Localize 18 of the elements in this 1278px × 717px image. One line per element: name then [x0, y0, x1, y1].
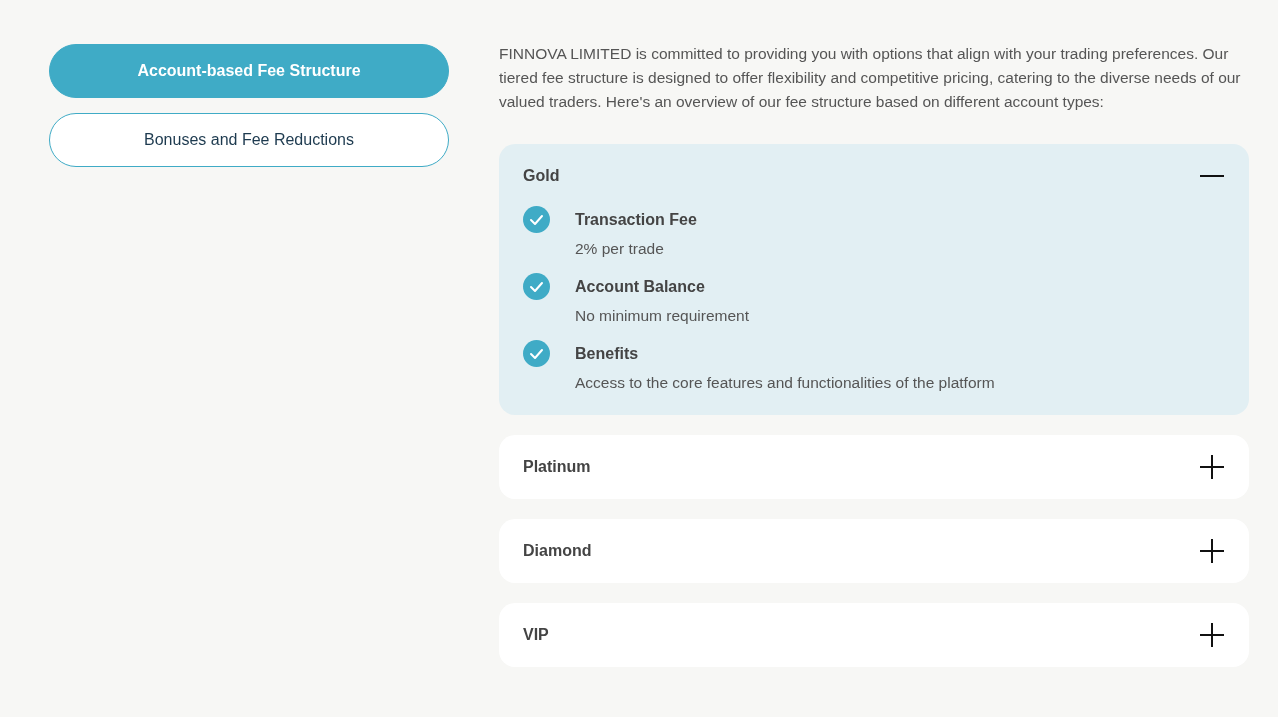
feature-value: No minimum requirement — [575, 306, 749, 326]
accordion-title[interactable]: Platinum — [523, 455, 591, 479]
plus-icon[interactable] — [1199, 454, 1225, 480]
accordion-title[interactable]: Diamond — [523, 539, 592, 563]
check-icon — [523, 273, 550, 300]
feature-label: Transaction Fee — [575, 210, 697, 230]
plus-icon[interactable] — [1199, 622, 1225, 648]
plus-icon[interactable] — [1199, 538, 1225, 564]
check-icon — [523, 206, 550, 233]
feature-value: 2% per trade — [575, 239, 665, 259]
accordion-title[interactable]: Gold — [523, 164, 560, 188]
accordion-title[interactable]: VIP — [523, 623, 549, 647]
feature-label: Benefits — [575, 344, 640, 364]
check-icon — [523, 340, 550, 367]
intro-paragraph: FINNOVA LIMITED is committed to providing you with options that align with your trading preferences. Our tiered fee structure is designed to offer flexibility and competitive pricing, catering to the diverse needs of our valued traders. Here's an overview of our fee structure based on different account types: — [499, 44, 1242, 112]
tab-button[interactable]: Bonuses and Fee Reductions — [49, 113, 449, 167]
feature-value: Access to the core features and functionalities of the platform — [575, 373, 995, 393]
feature-label: Account Balance — [575, 277, 706, 297]
